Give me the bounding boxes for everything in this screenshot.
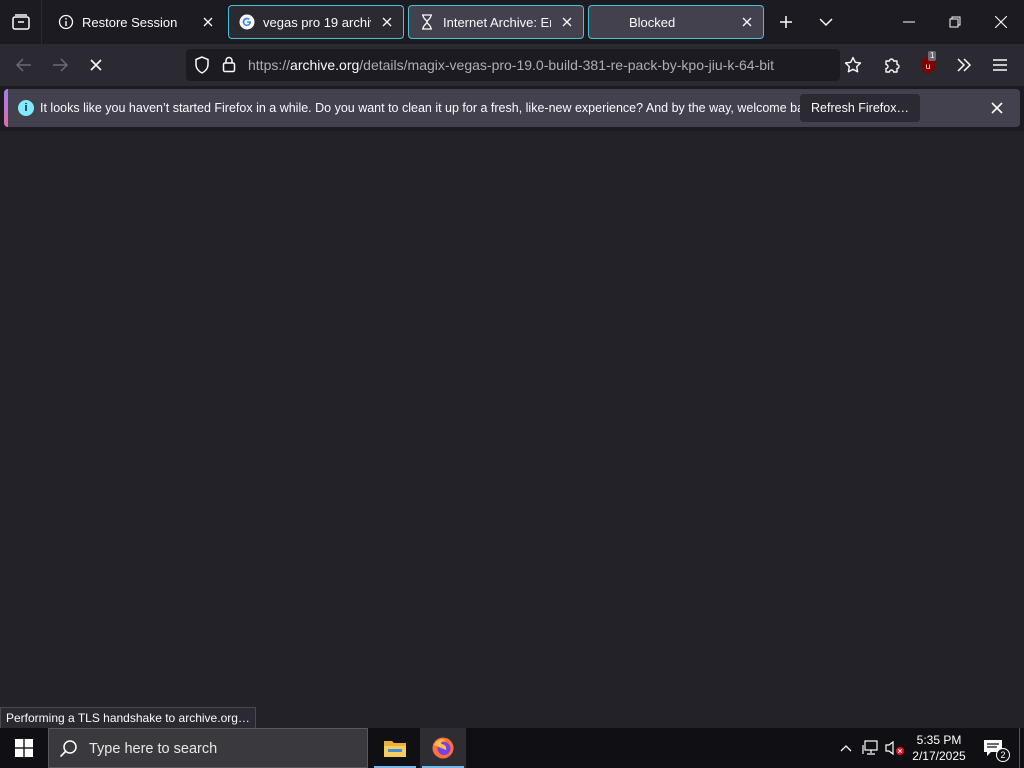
list-all-tabs-button[interactable]: [810, 6, 842, 38]
back-button[interactable]: [8, 49, 40, 81]
refresh-firefox-button[interactable]: Refresh Firefox…: [800, 94, 920, 122]
tab-label: Internet Archive: Error: [443, 14, 551, 30]
taskbar-clock[interactable]: 5:35 PM 2/17/2025: [906, 732, 972, 764]
chevron-up-icon: [840, 745, 852, 752]
search-icon: [59, 740, 77, 758]
network-tray-button[interactable]: [860, 728, 882, 768]
tab-restore-session[interactable]: Restore Session: [48, 5, 224, 39]
extensions-button[interactable]: [876, 49, 908, 81]
start-button[interactable]: [0, 728, 48, 768]
search-placeholder: Type here to search: [89, 741, 218, 757]
network-icon: [862, 740, 878, 755]
close-notification-button[interactable]: [986, 97, 1008, 119]
plus-icon: [780, 16, 792, 28]
info-icon: [58, 14, 74, 30]
tab-label: vegas pro 19 archive.org: [263, 14, 371, 30]
windows-logo-icon: [15, 739, 33, 757]
notification-message: It looks like you haven’t started Firefo…: [40, 101, 821, 115]
ublock-badge: 1: [928, 51, 937, 61]
stop-x-icon: [90, 59, 102, 71]
hourglass-icon: [419, 14, 435, 30]
url-text[interactable]: https://archive.org/details/magix-vegas-…: [248, 57, 774, 73]
taskbar: Type here to search 5:35 PM 2/17/2025 2: [0, 728, 1024, 768]
close-tab-icon[interactable]: [559, 14, 575, 30]
arrow-right-icon: [53, 58, 68, 72]
tab-label: Blocked: [629, 14, 676, 30]
notification-accent-stripe: [4, 89, 8, 127]
ublock-origin-button[interactable]: u 1: [912, 49, 944, 81]
puzzle-piece-icon: [885, 58, 900, 73]
new-tab-button[interactable]: [770, 6, 802, 38]
show-desktop-button[interactable]: [1019, 728, 1024, 768]
action-center-button[interactable]: 2: [978, 728, 1010, 768]
close-icon: [995, 16, 1007, 28]
tab-google-search[interactable]: vegas pro 19 archive.org: [228, 5, 404, 39]
page-content: [0, 131, 1024, 728]
close-tab-icon[interactable]: [379, 14, 395, 30]
restore-button[interactable]: [932, 0, 978, 44]
tab-strip: Restore Session vegas pro 19 archive.org…: [0, 0, 1024, 44]
firefox-icon: [432, 737, 454, 759]
blank-favicon: [599, 14, 615, 30]
notification-count-badge: 2: [996, 748, 1010, 762]
url-bar[interactable]: https://archive.org/details/magix-vegas-…: [186, 49, 840, 81]
app-menu-button[interactable]: [984, 49, 1016, 81]
close-window-button[interactable]: [978, 0, 1024, 44]
clock-date: 2/17/2025: [912, 749, 966, 763]
close-tab-icon[interactable]: [200, 14, 216, 30]
folder-icon: [384, 741, 406, 757]
file-explorer-taskbar-button[interactable]: [372, 728, 418, 768]
close-icon: [991, 102, 1003, 114]
status-panel: Performing a TLS handshake to archive.or…: [0, 707, 256, 729]
url-path: /details/magix-vegas-pro-19.0-build-381-…: [359, 57, 775, 73]
restore-icon: [949, 16, 961, 28]
taskbar-search-box[interactable]: Type here to search: [48, 728, 368, 768]
show-hidden-icons-button[interactable]: [836, 728, 856, 768]
url-scheme: https://: [248, 57, 291, 73]
arrow-left-icon: [16, 58, 31, 72]
navigation-toolbar: https://archive.org/details/magix-vegas-…: [0, 44, 1024, 86]
chevron-down-icon: [819, 18, 833, 27]
tracking-protection-shield-icon[interactable]: [194, 56, 210, 74]
info-icon: i: [18, 100, 34, 116]
bookmark-star-button[interactable]: [837, 49, 869, 81]
hamburger-menu-icon: [993, 59, 1007, 71]
tab-label: Restore Session: [82, 14, 178, 30]
clock-time: 5:35 PM: [916, 733, 962, 747]
firefox-view-button[interactable]: [0, 0, 42, 44]
refresh-firefox-notification: i It looks like you haven’t started Fire…: [4, 89, 1020, 127]
firefox-view-icon: [11, 14, 30, 30]
volume-tray-button[interactable]: [884, 728, 906, 768]
svg-text:u: u: [925, 62, 930, 71]
tab-blocked[interactable]: Blocked: [588, 5, 764, 39]
padlock-icon[interactable]: [222, 56, 236, 73]
stop-button[interactable]: [80, 49, 112, 81]
star-icon: [844, 56, 862, 73]
tab-internet-archive-error[interactable]: Internet Archive: Error: [408, 5, 584, 39]
forward-button[interactable]: [44, 49, 76, 81]
volume-muted-icon: [885, 740, 904, 756]
minimize-button[interactable]: [886, 0, 932, 44]
minimize-icon: [903, 21, 915, 23]
google-icon: [239, 14, 255, 30]
firefox-taskbar-button[interactable]: [420, 728, 466, 768]
close-tab-icon[interactable]: [739, 14, 755, 30]
url-host: archive.org: [290, 57, 360, 73]
double-chevron-right-icon: [957, 58, 972, 72]
overflow-menu-button[interactable]: [948, 49, 980, 81]
